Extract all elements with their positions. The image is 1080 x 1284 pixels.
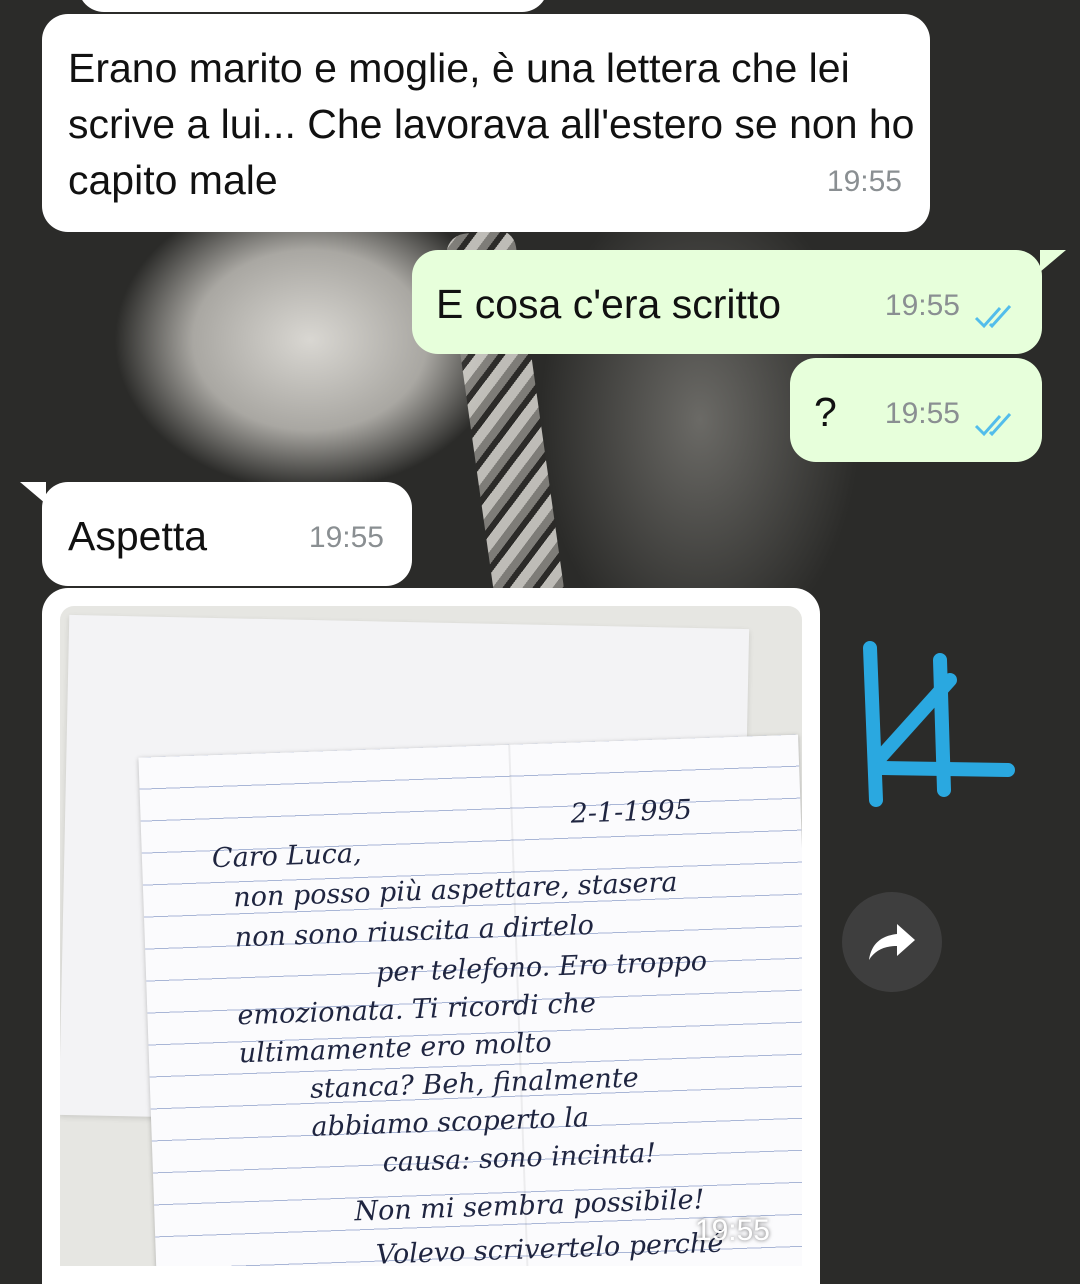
image-message[interactable]: 2-1-1995 Caro Luca, non posso più aspett… <box>42 588 820 1284</box>
message-time: 19:55 <box>884 289 960 322</box>
letter-line: per telefono. Ero troppo <box>375 945 708 989</box>
letter-line: emozionata. Ti ricordi che <box>236 987 597 1032</box>
incoming-message[interactable]: Aspetta 19:55 <box>42 482 412 586</box>
message-text: Aspetta <box>68 513 208 559</box>
message-time: 19:55 <box>884 397 960 430</box>
letter-line: Volevo scrivertelo perché <box>375 1227 724 1266</box>
letter-line: Caro Luca, <box>211 837 363 875</box>
message-text: E cosa c'era scritto <box>436 281 782 327</box>
message-text: Erano marito e moglie, è una lettera che… <box>68 45 915 203</box>
share-forward-button[interactable] <box>842 892 942 992</box>
letter-line: abbiamo scoperto la <box>310 1102 590 1143</box>
previous-message-edge[interactable] <box>78 0 548 12</box>
outgoing-message[interactable]: E cosa c'era scritto 19:55 <box>412 250 1042 354</box>
message-text: ? <box>814 389 837 435</box>
letter-line: stanca? Beh, finalmente <box>309 1062 640 1105</box>
message-time: 19:55 <box>694 1214 770 1247</box>
letter-date: 2-1-1995 <box>570 794 693 830</box>
double-check-read-icon <box>974 412 1012 437</box>
letter-paper: 2-1-1995 Caro Luca, non posso più aspett… <box>138 734 802 1266</box>
letter-photo[interactable]: 2-1-1995 Caro Luca, non posso più aspett… <box>60 606 802 1266</box>
letter-line: non sono riuscita a dirtelo <box>234 909 595 954</box>
incoming-message[interactable]: Erano marito e moglie, è una lettera che… <box>42 14 930 232</box>
double-check-read-icon <box>974 304 1012 329</box>
letter-line: Non mi sembra possibile! <box>353 1184 705 1228</box>
k4-drawing <box>863 641 1015 807</box>
letter-line: ultimamente ero molto <box>238 1027 553 1070</box>
outgoing-message[interactable]: ? 19:55 <box>790 358 1042 462</box>
letter-line: causa: sono incinta! <box>382 1137 657 1179</box>
share-forward-icon <box>869 924 915 960</box>
letter-line: non posso più aspettare, stasera <box>232 866 678 914</box>
message-time: 19:55 <box>826 165 902 198</box>
bubble-tail <box>1040 250 1066 272</box>
message-time: 19:55 <box>308 521 384 554</box>
